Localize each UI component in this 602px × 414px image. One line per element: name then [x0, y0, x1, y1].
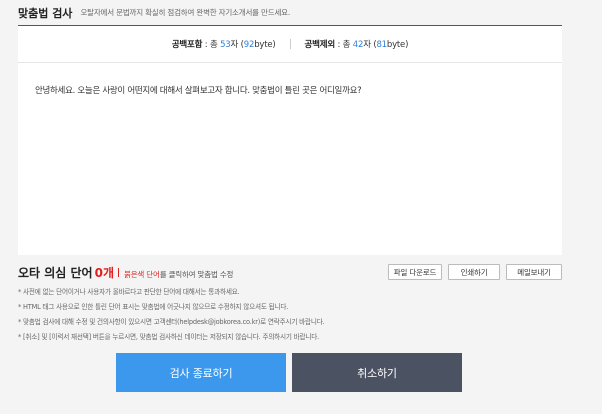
count-without-spaces-label: 공백제외 [304, 40, 336, 50]
count-with-spaces-chars: 53 [220, 40, 231, 50]
text-editor[interactable]: 안녕하세요. 오늘은 사랑이 어떤지에 대해서 살펴보고자 합니다. 맞춤법이 … [18, 62, 562, 255]
editor-text[interactable]: 안녕하세요. 오늘은 사랑이 어떤지에 대해서 살펴보고자 합니다. 맞춤법이 … [35, 84, 362, 96]
page-title: 맞춤법 검사 [18, 6, 73, 20]
note-item: * 맞춤법 검사에 대해 수정 및 건의사항이 있으시면 고객센터(helpde… [18, 318, 325, 326]
error-hint-red-word: 붉은색 단어 [124, 270, 160, 279]
notes-list: * 사전에 없는 단어이거나 사용자가 올바르다고 판단한 단어에 대해서는 통… [18, 285, 562, 345]
counter-divider [289, 39, 291, 49]
finish-check-button[interactable]: 검사 종료하기 [116, 353, 286, 392]
count-with-spaces: 공백포함 : 총 53자 (92byte) [171, 40, 276, 50]
print-button[interactable]: 인쇄하기 [448, 264, 500, 280]
email-button[interactable]: 메일보내기 [506, 264, 562, 280]
page-subtitle: 오탈자에서 문법까지 확실히 점검하여 완벽한 자기소개서를 만드세요. [80, 8, 291, 17]
note-item: * [취소] 및 [이력서 재선택] 버튼을 누르시면, 맞춤법 검사하신 데이… [18, 333, 320, 341]
error-summary: 오타 의심 단어 0개 붉은색 단어를 클릭하여 맞춤법 수정 [18, 264, 233, 281]
error-summary-title: 오타 의심 단어 [18, 266, 93, 280]
note-item: * 사전에 없는 단어이거나 사용자가 올바르다고 판단한 단어에 대해서는 통… [18, 288, 240, 296]
file-download-button[interactable]: 파일 다운로드 [388, 264, 442, 280]
note-item: * HTML 태그 사용으로 인한 틀린 단어 표시는 맞춤법에 어긋나지 않으… [18, 303, 289, 311]
count-without-spaces: 공백제외 : 총 42자 (81byte) [304, 40, 409, 50]
error-divider [118, 268, 119, 277]
count-with-spaces-bytes: 92 [243, 40, 255, 50]
error-count: 0개 [94, 266, 114, 280]
header: 맞춤법 검사 오탈자에서 문법까지 확실히 점검하여 완벽한 자기소개서를 만드… [18, 0, 562, 26]
count-with-spaces-label: 공백포함 [171, 40, 203, 50]
count-without-spaces-chars: 42 [352, 40, 364, 50]
cancel-button[interactable]: 취소하기 [292, 353, 462, 392]
count-without-spaces-bytes: 81 [376, 40, 387, 50]
character-counter: 공백포함 : 총 53자 (92byte) 공백제외 : 총 42자 (81by… [18, 26, 562, 62]
error-hint: 붉은색 단어를 클릭하여 맞춤법 수정 [124, 270, 234, 279]
